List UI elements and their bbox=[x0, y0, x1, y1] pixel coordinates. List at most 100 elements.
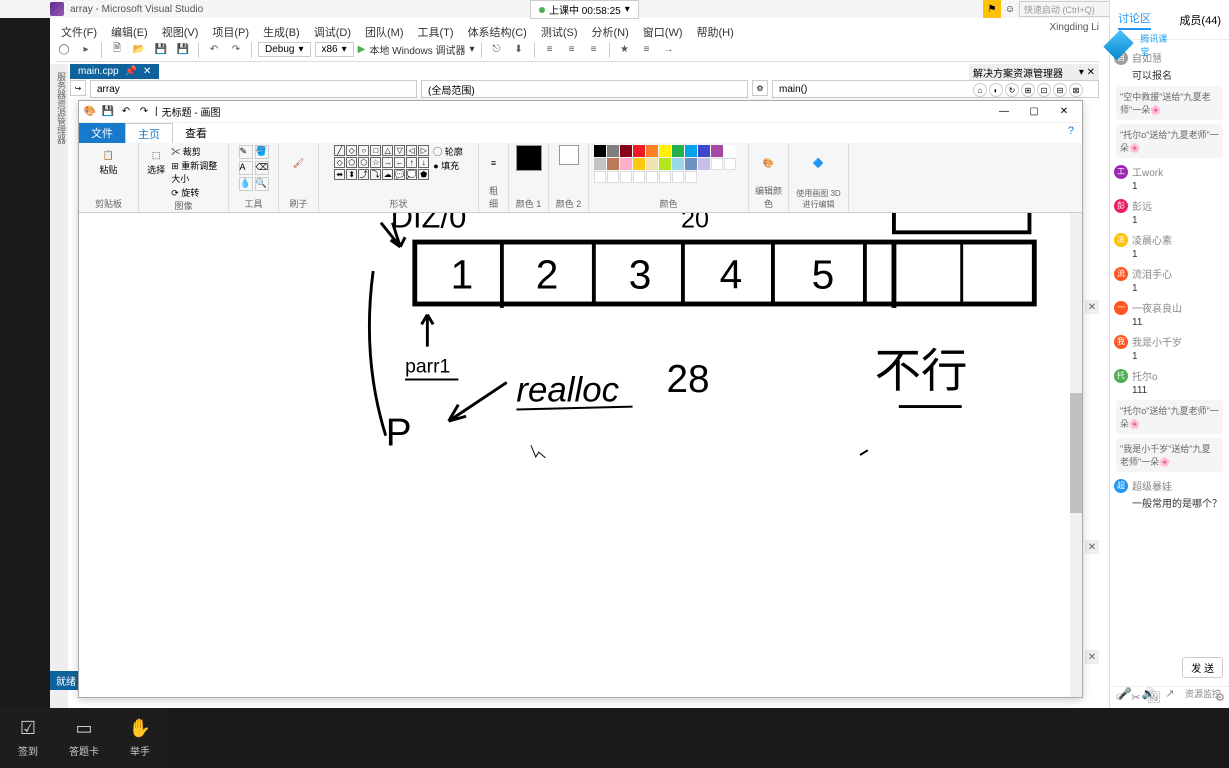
undo-icon[interactable]: ↶ bbox=[205, 41, 223, 59]
color-swatch[interactable] bbox=[633, 158, 645, 170]
help-icon[interactable]: ? bbox=[1060, 123, 1082, 143]
color-swatch[interactable] bbox=[607, 145, 619, 157]
color-swatch-empty[interactable] bbox=[646, 171, 658, 183]
color-swatch[interactable] bbox=[724, 145, 736, 157]
speaker-icon[interactable]: 🔊 bbox=[1142, 687, 1156, 700]
color-swatch[interactable] bbox=[620, 145, 632, 157]
avatar[interactable]: 一 bbox=[1114, 301, 1128, 315]
eraser-tool[interactable]: ⌫ bbox=[255, 161, 269, 175]
redo-icon[interactable]: ↷ bbox=[227, 41, 245, 59]
shape-item[interactable]: ○ bbox=[358, 145, 369, 156]
tb-icon[interactable]: ≡ bbox=[563, 41, 581, 59]
scope2-dropdown[interactable]: (全局范围) bbox=[421, 80, 748, 98]
resize-button[interactable]: ⊞ 重新调整大小 bbox=[171, 159, 222, 185]
menu-item[interactable]: 窗口(W) bbox=[637, 22, 689, 42]
color1-button[interactable] bbox=[516, 145, 542, 171]
edit-colors-button[interactable]: 🎨 bbox=[755, 145, 783, 181]
class-status[interactable]: 上课中 00:58:25 ▾ bbox=[530, 0, 639, 19]
color-swatch-empty[interactable] bbox=[659, 171, 671, 183]
fill-tool[interactable]: 🪣 bbox=[255, 145, 269, 159]
paint-canvas[interactable]: DIZ/0 20 1 2 3 4 5 parr1 P bbox=[79, 213, 1070, 697]
color-swatch-empty[interactable] bbox=[594, 171, 606, 183]
color-swatch[interactable] bbox=[659, 145, 671, 157]
tb-icon[interactable]: ≡ bbox=[541, 41, 559, 59]
save-icon[interactable]: 💾 bbox=[152, 41, 170, 59]
tb-icon[interactable]: → bbox=[660, 41, 678, 59]
paint3d-button[interactable]: 🔷 bbox=[805, 145, 833, 181]
platform-dropdown[interactable]: x86▾ bbox=[315, 42, 354, 57]
menu-item[interactable]: 文件(F) bbox=[55, 22, 103, 42]
shape-item[interactable]: ╱ bbox=[334, 145, 345, 156]
color-swatch-empty[interactable] bbox=[620, 171, 632, 183]
menu-item[interactable]: 工具(T) bbox=[412, 22, 460, 42]
tb-icon[interactable]: ≡ bbox=[585, 41, 603, 59]
menu-item[interactable]: 帮助(H) bbox=[691, 22, 740, 42]
avatar[interactable]: 工 bbox=[1114, 165, 1128, 179]
color-palette[interactable] bbox=[594, 145, 744, 183]
panel-close-icon[interactable]: ✕ bbox=[1085, 650, 1099, 664]
brush-button[interactable]: 🖌 bbox=[285, 145, 313, 181]
tab-discuss[interactable]: 讨论区 bbox=[1118, 10, 1151, 30]
avatar[interactable]: 凌 bbox=[1114, 233, 1128, 247]
new-icon[interactable]: 🗎 bbox=[108, 41, 126, 59]
start-debug-button[interactable]: ▶本地 Windows 调试器▾ bbox=[358, 42, 475, 57]
tb-icon[interactable]: ★ bbox=[616, 41, 634, 59]
color-swatch-empty[interactable] bbox=[672, 171, 684, 183]
shape-item[interactable]: □ bbox=[370, 145, 381, 156]
maximize-button[interactable]: ▢ bbox=[1020, 103, 1048, 121]
tb-icon[interactable]: ⬇ bbox=[510, 41, 528, 59]
server-explorer-rail[interactable]: 服务器资源管理器 bbox=[50, 64, 68, 708]
color-swatch-empty[interactable] bbox=[633, 171, 645, 183]
avatar[interactable]: 托 bbox=[1114, 369, 1128, 383]
scrollbar[interactable] bbox=[1070, 213, 1082, 697]
tool-icon[interactable]: ⊟ bbox=[1053, 83, 1067, 97]
picker-tool[interactable]: 💧 bbox=[239, 177, 253, 191]
color-swatch-empty[interactable] bbox=[724, 158, 736, 170]
size-button[interactable]: ≡ bbox=[480, 145, 508, 181]
shape-item[interactable]: ▷ bbox=[418, 145, 429, 156]
notification-icon[interactable]: ⚑ bbox=[983, 0, 1001, 18]
shape-item[interactable]: ▽ bbox=[394, 145, 405, 156]
shape-item[interactable]: ◁ bbox=[406, 145, 417, 156]
color-swatch[interactable] bbox=[672, 145, 684, 157]
color-swatch[interactable] bbox=[646, 145, 658, 157]
color-swatch[interactable] bbox=[659, 158, 671, 170]
color-swatch[interactable] bbox=[594, 158, 606, 170]
avatar[interactable]: 超 bbox=[1114, 479, 1128, 493]
color-swatch-empty[interactable] bbox=[607, 171, 619, 183]
smiley-icon[interactable]: ☺ bbox=[1001, 0, 1019, 18]
shape-item[interactable]: ← bbox=[394, 157, 405, 168]
color-swatch[interactable] bbox=[685, 145, 697, 157]
avatar[interactable]: 我 bbox=[1114, 335, 1128, 349]
tb-icon[interactable]: ≡ bbox=[638, 41, 656, 59]
color-swatch[interactable] bbox=[607, 158, 619, 170]
shape-item[interactable]: ⬌ bbox=[334, 169, 345, 180]
panel-close-icon[interactable]: ✕ bbox=[1085, 300, 1099, 314]
menu-item[interactable]: 调试(D) bbox=[308, 22, 357, 42]
signed-in-user[interactable]: Xingding Li bbox=[1050, 22, 1099, 33]
tool-icon[interactable]: ◐ bbox=[989, 83, 1003, 97]
quiz-button[interactable]: ▭答题卡 bbox=[56, 708, 112, 768]
color-swatch-empty[interactable] bbox=[685, 171, 697, 183]
color-swatch[interactable] bbox=[698, 158, 710, 170]
avatar[interactable]: 流 bbox=[1114, 267, 1128, 281]
color-swatch[interactable] bbox=[711, 145, 723, 157]
tool-icon[interactable]: ⊞ bbox=[1021, 83, 1035, 97]
nav-icon[interactable]: ↪ bbox=[70, 80, 86, 96]
save-icon[interactable]: 💾 bbox=[101, 105, 115, 119]
shape-item[interactable]: ☆ bbox=[370, 157, 381, 168]
shape-item[interactable]: △ bbox=[382, 145, 393, 156]
nav-fwd-icon[interactable]: ▸ bbox=[77, 41, 95, 59]
close-button[interactable]: ✕ bbox=[1050, 103, 1078, 121]
menu-item[interactable]: 体系结构(C) bbox=[462, 22, 533, 42]
menu-item[interactable]: 测试(S) bbox=[535, 22, 584, 42]
rotate-button[interactable]: ⟳ 旋转 bbox=[171, 186, 222, 199]
menu-item[interactable]: 视图(V) bbox=[156, 22, 205, 42]
shape-item[interactable]: ☁ bbox=[382, 169, 393, 180]
resource-monitor[interactable]: 资源监控 bbox=[1185, 687, 1221, 700]
tb-icon[interactable]: ⎋ bbox=[488, 41, 506, 59]
paste-button[interactable]: 📋粘贴 bbox=[95, 145, 123, 181]
color-swatch[interactable] bbox=[698, 145, 710, 157]
tool-icon[interactable]: ⊠ bbox=[1069, 83, 1083, 97]
scrollbar-thumb[interactable] bbox=[1070, 393, 1082, 513]
